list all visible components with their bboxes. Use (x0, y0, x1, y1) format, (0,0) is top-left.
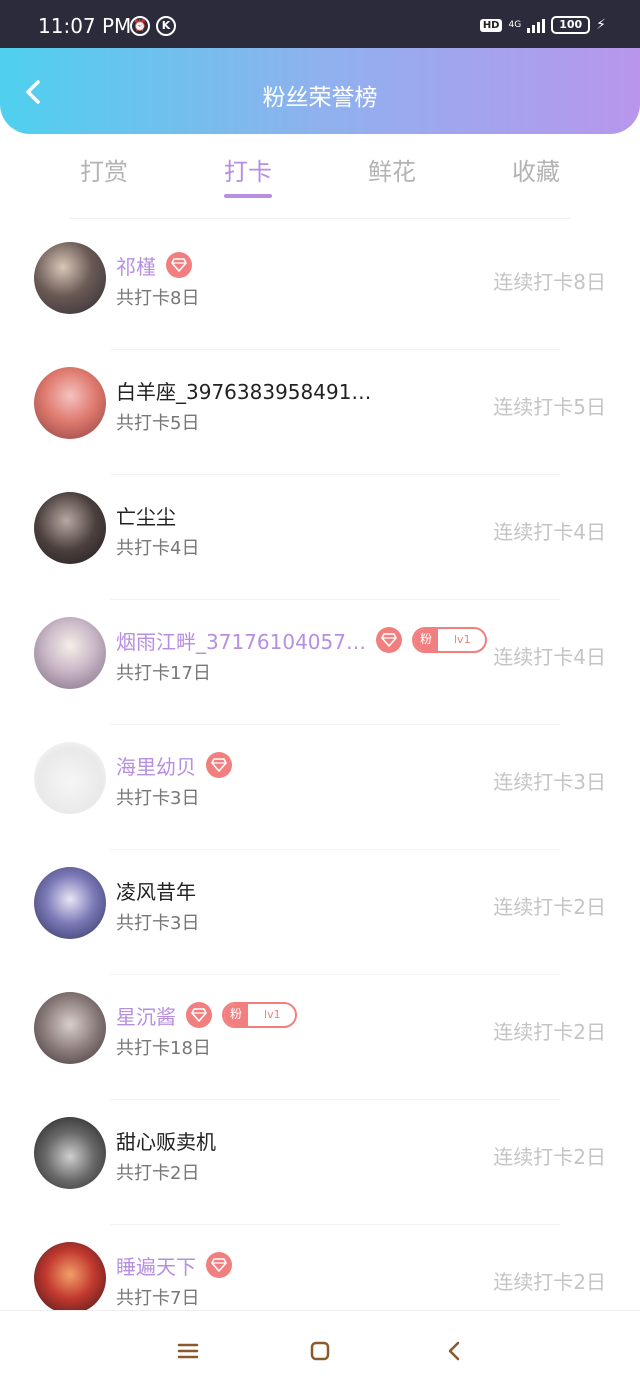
header-bar: 粉丝荣誉榜 (0, 48, 640, 134)
fan-name[interactable]: 祁槿 (116, 251, 156, 280)
tab-reward[interactable]: 打赏 (54, 152, 154, 187)
fan-row[interactable]: 白羊座_3976383958491… 共打卡5日 连续打卡5日 (0, 351, 640, 475)
streak-checkin-days: 连续打卡3日 (493, 770, 606, 794)
fan-row[interactable]: 海里幼贝共打卡3日 连续打卡3日 (0, 726, 640, 850)
avatar[interactable] (34, 742, 106, 814)
fan-row[interactable]: 星沉酱 粉 lv1 共打卡18日 连续打卡2日 (0, 976, 640, 1100)
total-checkin-days: 共打卡3日 (116, 788, 200, 809)
avatar[interactable] (34, 242, 106, 314)
total-checkin-days: 共打卡7日 (116, 1288, 200, 1309)
fan-name[interactable]: 睡遍天下 (116, 1251, 196, 1280)
row-divider (110, 349, 560, 350)
fan-name-line: 星沉酱 粉 lv1 (116, 1000, 297, 1030)
fan-name[interactable]: 海里幼贝 (116, 751, 196, 780)
network-type: 4G (508, 19, 522, 30)
fan-badge-level: lv1 (454, 633, 471, 646)
tab-flowers[interactable]: 鲜花 (342, 152, 442, 187)
avatar[interactable] (34, 992, 106, 1064)
home-button[interactable] (308, 1339, 332, 1363)
avatar[interactable] (34, 617, 106, 689)
fan-level-badge: 粉 lv1 (222, 1002, 297, 1028)
avatar[interactable] (34, 492, 106, 564)
fan-row[interactable]: 烟雨江畔_37176104057… 粉 lv1 共打卡17日 连续打卡4日 (0, 601, 640, 725)
fan-name[interactable]: 星沉酱 (116, 1001, 176, 1030)
fan-name[interactable]: 烟雨江畔_37176104057… (116, 626, 366, 655)
fan-name-line: 海里幼贝 (116, 750, 232, 780)
fan-name[interactable]: 甜心贩卖机 (116, 1126, 216, 1155)
fan-name-line: 白羊座_3976383958491… (116, 375, 371, 405)
fan-name-line: 烟雨江畔_37176104057… 粉 lv1 (116, 625, 487, 655)
fan-row[interactable]: 凌风昔年共打卡3日 连续打卡2日 (0, 851, 640, 975)
fan-name-line: 甜心贩卖机 (116, 1125, 216, 1155)
fan-name[interactable]: 白羊座_3976383958491… (116, 376, 371, 405)
total-checkin-days: 共打卡17日 (116, 663, 211, 684)
status-notification-icons: ⏰ K (130, 16, 176, 36)
tab-bar: 打赏 打卡 鲜花 收藏 (0, 134, 640, 216)
fan-name-line: 亡尘尘 (116, 500, 176, 530)
k-icon: K (156, 16, 176, 36)
avatar[interactable] (34, 1242, 106, 1314)
signal-icon (527, 17, 546, 33)
back-arrow-icon (448, 1341, 460, 1361)
streak-checkin-days: 连续打卡4日 (493, 520, 606, 544)
total-checkin-days: 共打卡5日 (116, 413, 200, 434)
streak-checkin-days: 连续打卡5日 (493, 395, 606, 419)
page-title: 粉丝荣誉榜 (262, 85, 378, 111)
streak-checkin-days: 连续打卡2日 (493, 1270, 606, 1294)
system-nav-bar (0, 1310, 640, 1387)
fan-level-badge: 粉 lv1 (411, 627, 487, 653)
total-checkin-days: 共打卡4日 (116, 538, 200, 559)
total-checkin-days: 共打卡18日 (116, 1038, 211, 1059)
streak-checkin-days: 连续打卡4日 (493, 645, 606, 669)
fan-name[interactable]: 亡尘尘 (116, 501, 176, 530)
total-checkin-days: 共打卡8日 (116, 288, 200, 309)
system-back-button[interactable] (442, 1339, 466, 1363)
menu-button[interactable] (176, 1339, 200, 1363)
home-square-icon (310, 1341, 330, 1361)
battery-icon: 100 (551, 16, 591, 34)
row-divider (110, 849, 560, 850)
tab-favorites[interactable]: 收藏 (486, 152, 586, 187)
row-divider (110, 1099, 560, 1100)
total-checkin-days: 共打卡3日 (116, 913, 200, 934)
fan-name[interactable]: 凌风昔年 (116, 876, 196, 905)
fan-row[interactable]: 祁槿共打卡8日 连续打卡8日 (0, 226, 640, 350)
menu-icon (177, 1343, 199, 1359)
alarm-icon: ⏰ (130, 16, 150, 36)
fan-badge-label: 粉 (413, 629, 438, 651)
divider (70, 218, 570, 219)
fan-name-line: 凌风昔年 (116, 875, 196, 905)
row-divider (110, 1224, 560, 1225)
streak-checkin-days: 连续打卡2日 (493, 1145, 606, 1169)
streak-checkin-days: 连续打卡2日 (493, 895, 606, 919)
diamond-icon (375, 627, 402, 653)
hd-badge: HD (479, 18, 503, 32)
row-divider (110, 974, 560, 975)
fan-badge-label: 粉 (224, 1004, 249, 1026)
fan-badge-level: lv1 (264, 1008, 281, 1021)
avatar[interactable] (34, 1117, 106, 1189)
fan-row[interactable]: 亡尘尘共打卡4日 连续打卡4日 (0, 476, 640, 600)
status-system-icons: HD 4G 100 ⚡ (479, 16, 606, 34)
active-tab-indicator (224, 194, 272, 198)
diamond-icon (166, 252, 192, 278)
diamond-icon (186, 1002, 212, 1028)
diamond-icon (206, 1252, 232, 1278)
streak-checkin-days: 连续打卡2日 (493, 1020, 606, 1044)
avatar[interactable] (34, 367, 106, 439)
status-bar: 11:07 PM ⏰ K HD 4G 100 ⚡ (0, 0, 640, 48)
diamond-icon (206, 752, 232, 778)
avatar[interactable] (34, 867, 106, 939)
row-divider (110, 474, 560, 475)
fan-name-line: 睡遍天下 (116, 1250, 232, 1280)
fan-row[interactable]: 甜心贩卖机共打卡2日 连续打卡2日 (0, 1101, 640, 1225)
charging-icon: ⚡ (596, 17, 606, 33)
fan-name-line: 祁槿 (116, 250, 192, 280)
row-divider (110, 599, 560, 600)
tab-checkin[interactable]: 打卡 (198, 152, 298, 187)
streak-checkin-days: 连续打卡8日 (493, 270, 606, 294)
row-divider (110, 724, 560, 725)
status-time: 11:07 PM (38, 14, 132, 38)
total-checkin-days: 共打卡2日 (116, 1163, 200, 1184)
